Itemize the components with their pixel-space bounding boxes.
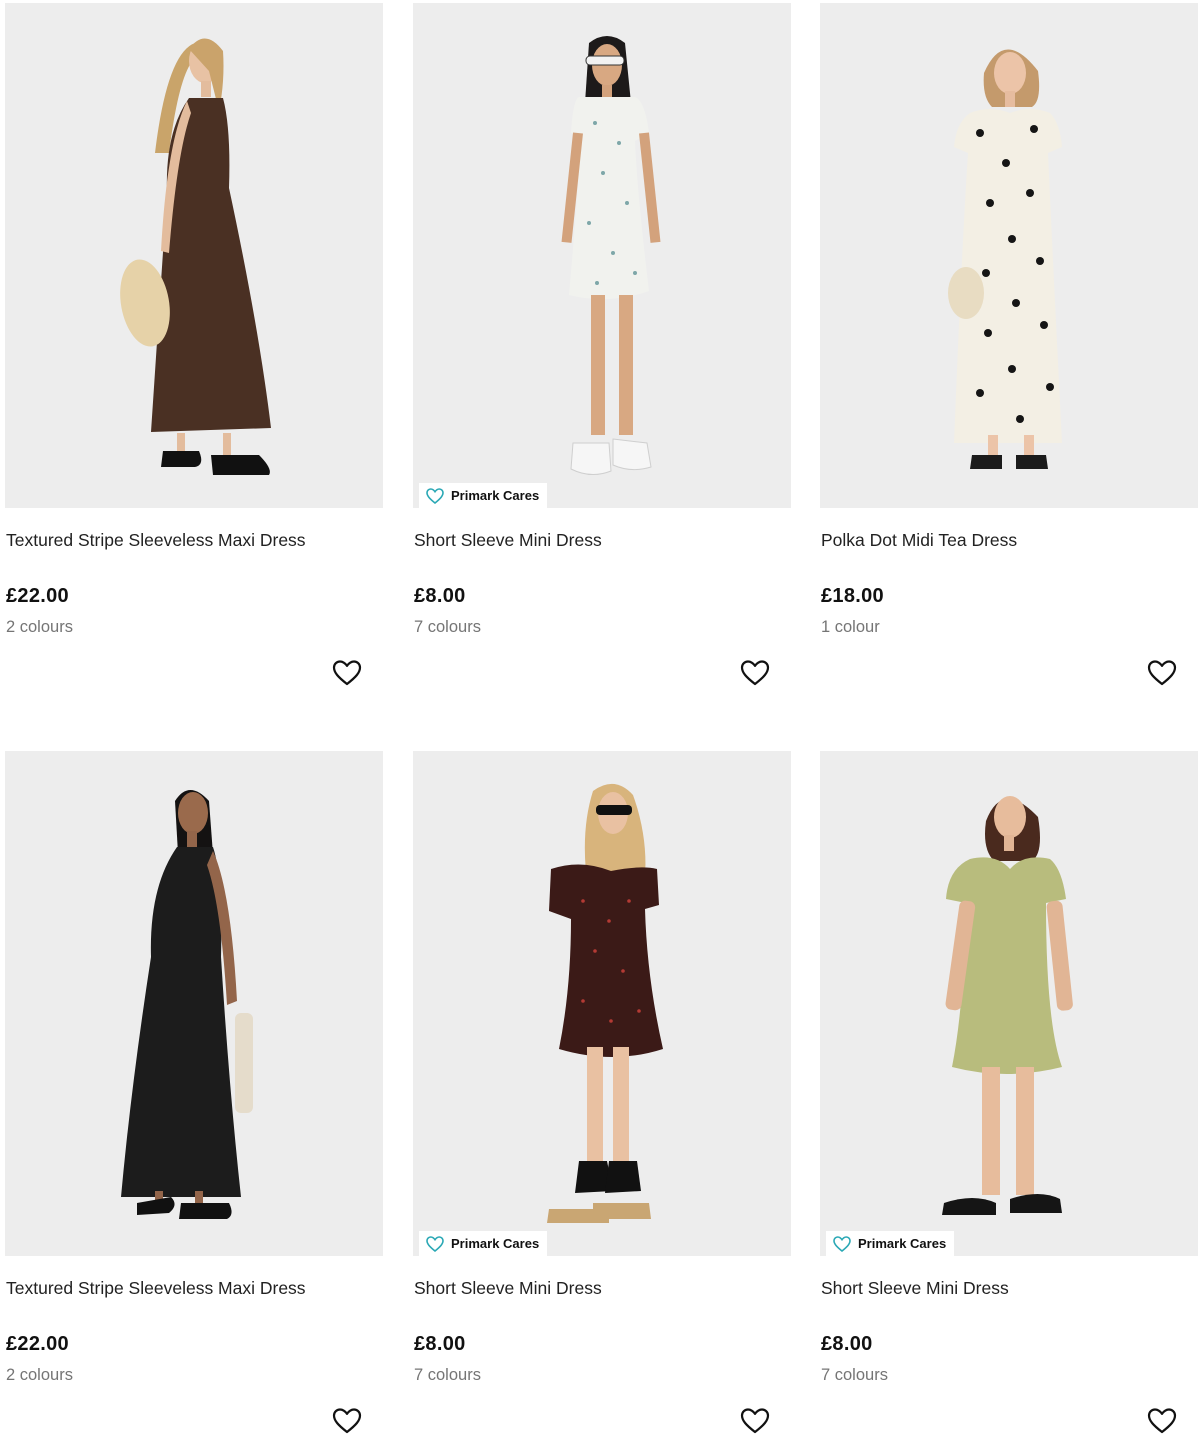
product-image[interactable] [5,751,383,1256]
product-image[interactable] [820,3,1198,508]
product-colours: 2 colours [6,1366,73,1384]
heart-outline-icon [332,660,362,686]
primark-cares-badge: Primark Cares [419,483,548,508]
add-to-wishlist-button[interactable] [331,657,363,689]
heart-outline-icon [740,1408,770,1434]
product-card[interactable]: Textured Stripe Sleeveless Maxi Dress £2… [5,751,383,1451]
product-price: £18.00 [821,585,884,607]
product-colours: 7 colours [821,1366,888,1384]
product-colours: 7 colours [414,1366,481,1384]
add-to-wishlist-button[interactable] [1146,657,1178,689]
product-card[interactable]: Polka Dot Midi Tea Dress £18.00 1 colour [820,3,1198,703]
add-to-wishlist-button[interactable] [1146,1405,1178,1437]
product-card[interactable]: Primark Cares Short Sleeve Mini Dress £8… [413,751,791,1451]
product-price: £8.00 [414,1333,466,1355]
product-image[interactable] [413,751,791,1256]
badge-label: Primark Cares [451,488,540,503]
product-title[interactable]: Textured Stripe Sleeveless Maxi Dress [6,530,306,551]
product-title[interactable]: Textured Stripe Sleeveless Maxi Dress [6,1278,306,1299]
product-title[interactable]: Short Sleeve Mini Dress [414,530,602,551]
product-image[interactable] [5,3,383,508]
heart-outline-icon [332,1408,362,1434]
model-figure [413,751,791,1256]
primark-cares-heart-icon [833,1235,851,1252]
product-price: £8.00 [414,585,466,607]
product-image[interactable] [413,3,791,508]
heart-outline-icon [1147,660,1177,686]
add-to-wishlist-button[interactable] [331,1405,363,1437]
model-figure [5,3,383,508]
heart-outline-icon [1147,1408,1177,1434]
product-price: £8.00 [821,1333,873,1355]
add-to-wishlist-button[interactable] [739,657,771,689]
heart-outline-icon [740,660,770,686]
product-title[interactable]: Short Sleeve Mini Dress [821,1278,1009,1299]
primark-cares-badge: Primark Cares [419,1231,548,1256]
primark-cares-heart-icon [426,487,444,504]
add-to-wishlist-button[interactable] [739,1405,771,1437]
badge-label: Primark Cares [451,1236,540,1251]
product-price: £22.00 [6,585,69,607]
model-figure [413,3,791,508]
primark-cares-heart-icon [426,1235,444,1252]
product-image[interactable] [820,751,1198,1256]
product-title[interactable]: Polka Dot Midi Tea Dress [821,530,1017,551]
product-price: £22.00 [6,1333,69,1355]
model-figure [820,751,1198,1256]
model-figure [820,3,1198,508]
product-card[interactable]: Textured Stripe Sleeveless Maxi Dress £2… [5,3,383,703]
product-title[interactable]: Short Sleeve Mini Dress [414,1278,602,1299]
product-colours: 2 colours [6,618,73,636]
product-card[interactable]: Primark Cares Short Sleeve Mini Dress £8… [413,3,791,703]
badge-label: Primark Cares [858,1236,947,1251]
product-colours: 1 colour [821,618,880,636]
primark-cares-badge: Primark Cares [826,1231,955,1256]
product-card[interactable]: Primark Cares Short Sleeve Mini Dress £8… [820,751,1198,1451]
model-figure [5,751,383,1256]
product-colours: 7 colours [414,618,481,636]
